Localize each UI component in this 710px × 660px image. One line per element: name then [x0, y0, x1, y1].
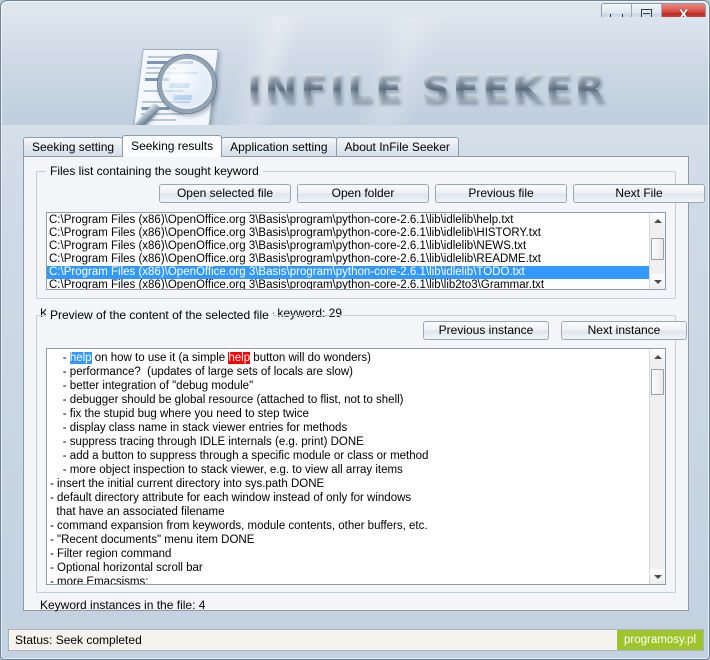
- preview-line: that have an associated filename: [50, 505, 650, 519]
- files-list-legend: Files list containing the sought keyword: [46, 164, 263, 178]
- open-selected-file-button[interactable]: Open selected file: [159, 184, 291, 203]
- keyword-match: help: [228, 352, 251, 364]
- preview-text: - insert the initial current directory i…: [50, 478, 325, 490]
- preview-text: - "Recent documents" menu item DONE: [50, 534, 255, 546]
- tab-seeking-results[interactable]: Seeking results: [122, 135, 223, 157]
- preview-text: - better integration of "debug module": [50, 380, 254, 392]
- preview-textarea[interactable]: - help on how to use it (a simple help b…: [46, 348, 666, 585]
- preview-line: - fix the stupid bug where you need to s…: [50, 407, 650, 421]
- preview-text: - default directory attribute for each w…: [50, 492, 412, 504]
- next-instance-button[interactable]: Next instance: [561, 321, 687, 340]
- application-window: X INFILE SEEKER Seeking setting Seeking …: [0, 0, 710, 660]
- tab-application-setting[interactable]: Application setting: [221, 137, 337, 157]
- preview-line: - Filter region command: [50, 547, 650, 561]
- scroll-up-button[interactable]: [650, 213, 665, 228]
- files-list-group: Files list containing the sought keyword…: [36, 164, 705, 299]
- preview-line: - better integration of "debug module": [50, 379, 650, 393]
- next-file-button[interactable]: Next File: [573, 184, 705, 203]
- status-bar: Status: Seek completed programosy.pl: [8, 629, 704, 651]
- page-title: INFILE SEEKER: [247, 67, 608, 112]
- list-item[interactable]: C:\Program Files (x86)\OpenOffice.org 3\…: [47, 253, 649, 266]
- preview-group: Preview of the content of the selected f…: [36, 308, 687, 593]
- chevron-down-icon: [653, 574, 662, 579]
- preview-line: - Optional horizontal scroll bar: [50, 561, 650, 575]
- scroll-down-button[interactable]: [650, 569, 665, 584]
- status-text: Status: Seek completed: [15, 633, 142, 647]
- preview-legend: Preview of the content of the selected f…: [46, 308, 273, 322]
- preview-text: - Optional horizontal scroll bar: [50, 562, 203, 574]
- preview-text: on how to use it (a simple: [91, 352, 229, 364]
- app-banner: INFILE SEEKER: [2, 17, 708, 125]
- chevron-up-icon: [653, 218, 662, 223]
- preview-text: - performance? (updates of large sets of…: [50, 366, 353, 378]
- preview-line: - insert the initial current directory i…: [50, 477, 650, 491]
- preview-line: - performance? (updates of large sets of…: [50, 365, 650, 379]
- tab-seeking-setting[interactable]: Seeking setting: [23, 137, 124, 157]
- scrollbar-thumb[interactable]: [651, 369, 664, 395]
- preview-line: - "Recent documents" menu item DONE: [50, 533, 650, 547]
- preview-line: - default directory attribute for each w…: [50, 491, 650, 505]
- preview-text: -: [50, 352, 70, 364]
- list-item-selected[interactable]: C:\Program Files (x86)\OpenOffice.org 3\…: [47, 266, 649, 279]
- preview-text: - command expansion from keywords, modul…: [50, 520, 428, 532]
- preview-text: button will do wonders): [250, 352, 371, 364]
- tab-about-infile-seeker[interactable]: About InFile Seeker: [335, 137, 459, 157]
- preview-line: - debugger should be global resource (at…: [50, 393, 650, 407]
- branding-badge: programosy.pl: [616, 630, 703, 650]
- preview-scrollbar[interactable]: [649, 349, 665, 584]
- preview-text: - more Emacsisms:: [50, 576, 149, 585]
- scrollbar-thumb[interactable]: [651, 238, 664, 260]
- preview-text: - fix the stupid bug where you need to s…: [50, 408, 309, 420]
- preview-content: - help on how to use it (a simple help b…: [50, 351, 650, 585]
- preview-text: - suppress tracing through IDLE internal…: [50, 436, 364, 448]
- preview-line: - help on how to use it (a simple help b…: [50, 351, 650, 365]
- scroll-down-button[interactable]: [650, 274, 665, 289]
- preview-line: - more object inspection to stack viewer…: [50, 463, 650, 477]
- preview-line: - display class name in stack viewer ent…: [50, 421, 650, 435]
- magnifier-lens-icon: [158, 55, 216, 113]
- files-list-scrollbar[interactable]: [649, 213, 665, 289]
- open-folder-button[interactable]: Open folder: [297, 184, 429, 203]
- keyword-match-active: help: [69, 352, 92, 364]
- preview-text: - add a button to suppress through a spe…: [50, 450, 429, 462]
- chevron-up-icon: [653, 354, 662, 359]
- preview-line: - add a button to suppress through a spe…: [50, 449, 650, 463]
- preview-text: - Filter region command: [50, 548, 172, 560]
- tab-page-seeking-results: Files list containing the sought keyword…: [23, 156, 705, 612]
- list-item[interactable]: C:\Program Files (x86)\OpenOffice.org 3\…: [47, 240, 649, 253]
- list-item[interactable]: C:\Program Files (x86)\OpenOffice.org 3\…: [47, 279, 649, 289]
- app-logo-icon: [120, 45, 228, 125]
- previous-instance-button[interactable]: Previous instance: [423, 321, 549, 340]
- list-item[interactable]: C:\Program Files (x86)\OpenOffice.org 3\…: [47, 227, 649, 240]
- preview-line: - suppress tracing through IDLE internal…: [50, 435, 650, 449]
- tab-bar: Seeking setting Seeking results Applicat…: [23, 135, 689, 157]
- preview-text: that have an associated filename: [50, 506, 225, 518]
- preview-line: - more Emacsisms:: [50, 575, 650, 585]
- preview-text: - debugger should be global resource (at…: [50, 394, 404, 406]
- previous-file-button[interactable]: Previous file: [435, 184, 567, 203]
- list-item[interactable]: C:\Program Files (x86)\OpenOffice.org 3\…: [47, 214, 649, 227]
- chevron-down-icon: [653, 279, 662, 284]
- files-list[interactable]: C:\Program Files (x86)\OpenOffice.org 3\…: [46, 212, 666, 290]
- preview-line: - command expansion from keywords, modul…: [50, 519, 650, 533]
- preview-text: - more object inspection to stack viewer…: [50, 464, 403, 476]
- scroll-up-button[interactable]: [650, 349, 665, 364]
- keyword-instances-status: Keyword instances in the file: 4: [40, 598, 206, 612]
- preview-text: - display class name in stack viewer ent…: [50, 422, 348, 434]
